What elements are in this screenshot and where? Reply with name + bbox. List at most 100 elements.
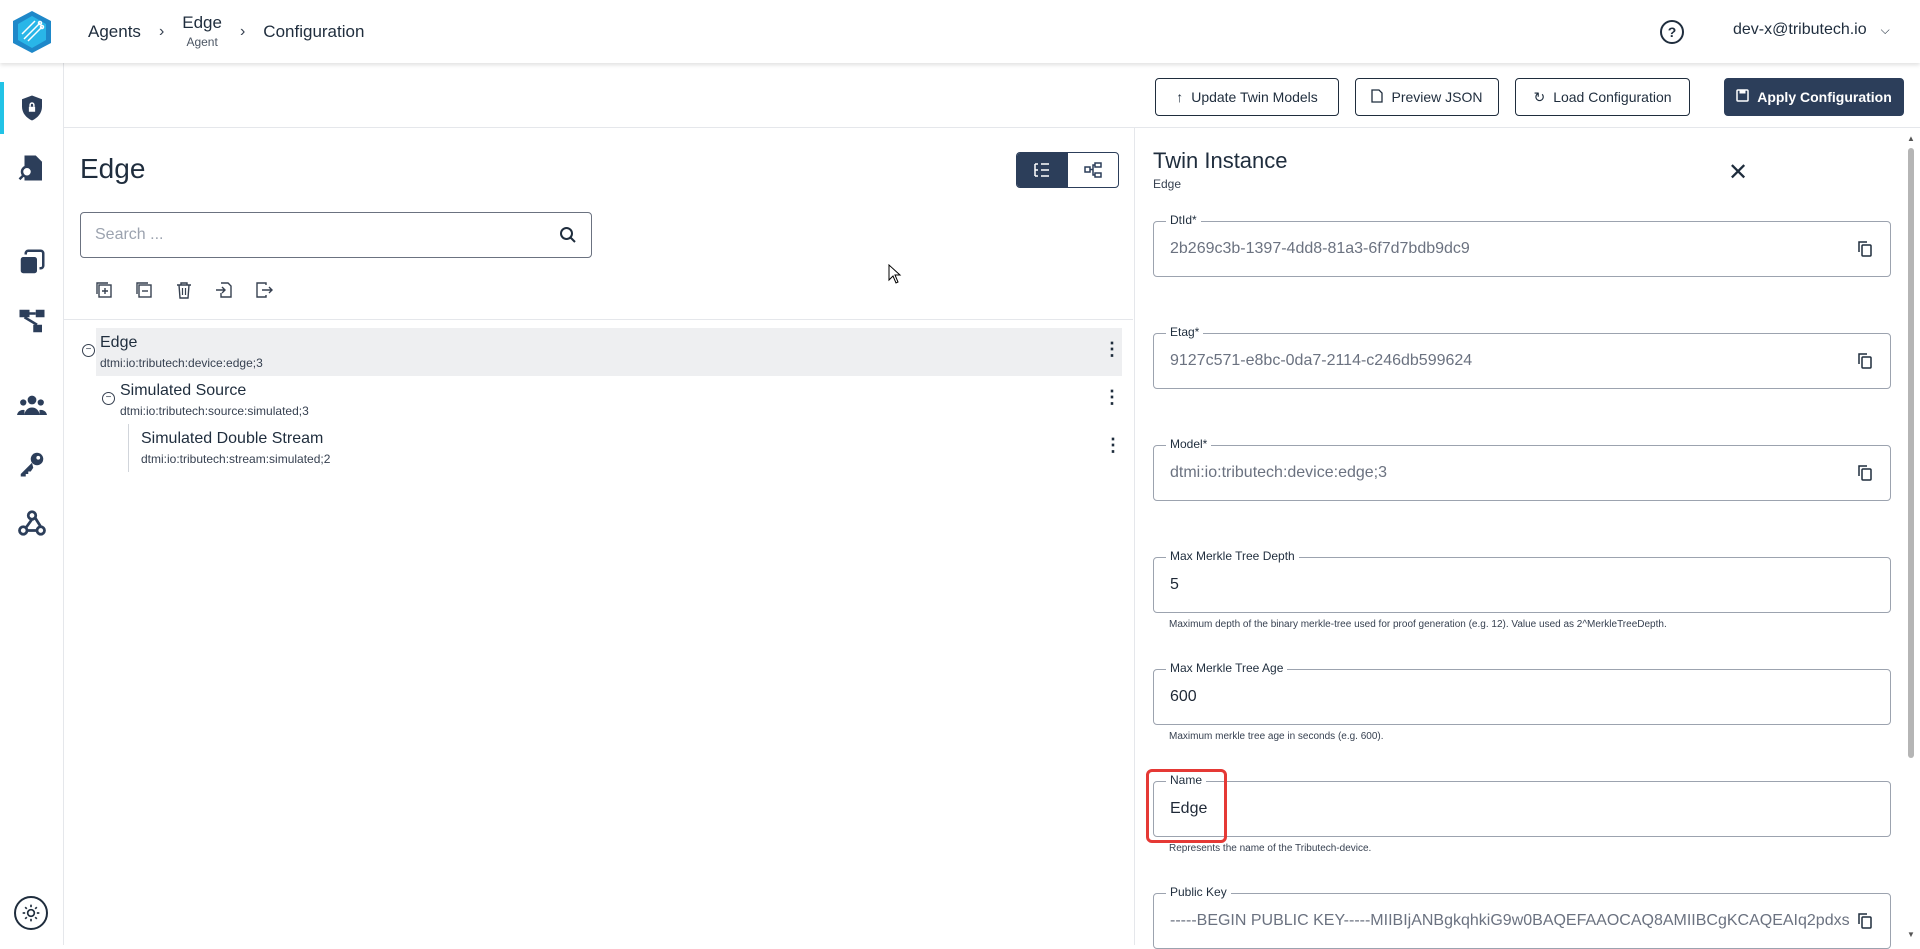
tributech-logo-icon[interactable] — [10, 9, 54, 55]
field-label: DtId* — [1166, 213, 1201, 227]
sidebar-item-keys[interactable] — [0, 438, 64, 490]
tree-node-name: Simulated Source — [120, 382, 247, 399]
model-field[interactable]: Model* dtmi:io:tributech:device:edge;3 — [1153, 437, 1891, 501]
field-value: dtmi:io:tributech:device:edge;3 — [1170, 464, 1388, 481]
update-twin-models-label: Update Twin Models — [1191, 89, 1318, 105]
copy-icon[interactable] — [1856, 352, 1874, 370]
preview-json-button[interactable]: Preview JSON — [1355, 78, 1499, 116]
chevron-down-icon: ⌵ — [1880, 22, 1890, 37]
public-key-field[interactable]: Public Key -----BEGIN PUBLIC KEY-----MII… — [1153, 885, 1891, 949]
name-field-highlight — [1146, 769, 1227, 843]
field-value: 9127c571-e8bc-0da7-2114-c246db599624 — [1170, 352, 1473, 369]
tree-node-edge[interactable]: − Edge dtmi:io:tributech:device:edge;3 ⋮ — [82, 328, 1122, 376]
breadcrumb-configuration: Configuration — [263, 21, 365, 41]
list-tree-icon — [1034, 163, 1050, 177]
twin-instance-panel: Twin Instance Edge ✕ DtId* 2b269c3b-1397… — [1134, 128, 1920, 949]
page-title: Edge — [80, 153, 146, 184]
tree-node-simulated-double-stream[interactable]: Simulated Double Stream dtmi:io:tributec… — [128, 424, 1122, 472]
field-label: Etag* — [1166, 325, 1204, 339]
expand-all-icon[interactable] — [94, 280, 114, 300]
refresh-icon: ↻ — [1533, 88, 1546, 105]
load-configuration-button[interactable]: ↻ Load Configuration — [1515, 78, 1690, 116]
theme-toggle-sun-icon[interactable] — [14, 896, 48, 930]
more-vertical-icon[interactable]: ⋮ — [1103, 340, 1121, 358]
layers-icon — [20, 249, 45, 274]
divider — [64, 319, 1133, 320]
max-merkle-tree-age-field[interactable]: Max Merkle Tree Age 600 — [1153, 661, 1891, 725]
breadcrumb-edge-sub: Agent — [186, 34, 218, 49]
sidebar-item-webhooks[interactable] — [0, 497, 64, 549]
graph-view-button[interactable] — [1068, 153, 1119, 187]
delete-icon[interactable] — [174, 280, 194, 300]
more-vertical-icon[interactable]: ⋮ — [1104, 436, 1122, 454]
breadcrumb-edge[interactable]: Edge Agent — [182, 13, 222, 49]
arrow-up-icon: ↑ — [1176, 89, 1184, 105]
panel-subtitle: Edge — [1153, 177, 1182, 191]
field-hint: Represents the name of the Tributech-dev… — [1169, 843, 1372, 854]
field-label: Public Key — [1166, 885, 1231, 899]
chevron-right-icon: › — [239, 22, 246, 40]
preview-json-label: Preview JSON — [1391, 89, 1483, 105]
import-icon[interactable] — [214, 280, 234, 300]
panel-title: Twin Instance — [1153, 148, 1288, 173]
etag-field[interactable]: Etag* 9127c571-e8bc-0da7-2114-c246db5996… — [1153, 325, 1891, 389]
collapse-icon[interactable]: − — [82, 344, 95, 357]
breadcrumb: Agents › Edge Agent › Configuration — [88, 0, 364, 63]
more-vertical-icon[interactable]: ⋮ — [1103, 388, 1121, 406]
flow-icon — [19, 309, 45, 333]
search-input[interactable] — [95, 226, 559, 244]
collapse-all-icon[interactable] — [134, 280, 154, 300]
tree-node-simulated-source[interactable]: − Simulated Source dtmi:io:tributech:sou… — [102, 376, 1122, 424]
shield-icon — [22, 95, 42, 121]
update-twin-models-button[interactable]: ↑ Update Twin Models — [1155, 78, 1339, 116]
apply-configuration-label: Apply Configuration — [1757, 89, 1892, 105]
top-bar: Agents › Edge Agent › Configuration ? de… — [0, 0, 1920, 63]
field-hint: Maximum depth of the binary merkle-tree … — [1169, 619, 1667, 630]
scroll-up-icon[interactable]: ▲ — [1907, 134, 1915, 143]
tree-node-name: Edge — [100, 334, 138, 351]
view-toggle — [1016, 152, 1119, 188]
export-icon[interactable] — [254, 280, 274, 300]
dtid-field[interactable]: DtId* 2b269c3b-1397-4dd8-81a3-6f7d7bdb9d… — [1153, 213, 1891, 277]
action-toolbar: ↑ Update Twin Models Preview JSON ↻ Load… — [64, 63, 1920, 128]
sidebar-item-layers[interactable] — [0, 236, 64, 288]
sidebar-item-documents[interactable] — [0, 142, 64, 194]
field-label: Max Merkle Tree Depth — [1166, 549, 1299, 563]
name-field[interactable]: Name Edge — [1153, 773, 1891, 837]
scroll-thumb[interactable] — [1908, 148, 1914, 758]
tree-node-name: Simulated Double Stream — [141, 430, 324, 447]
user-email: dev-x@tributech.io — [1733, 21, 1867, 38]
panel-scrollbar[interactable]: ▲ ▼ — [1906, 134, 1916, 939]
field-label: Max Merkle Tree Age — [1166, 661, 1288, 675]
save-icon — [1736, 89, 1749, 105]
copy-icon[interactable] — [1856, 240, 1874, 258]
breadcrumb-agents[interactable]: Agents — [88, 22, 141, 42]
webhook-icon — [18, 510, 46, 536]
document-search-icon — [18, 155, 42, 181]
users-icon — [17, 395, 47, 415]
scroll-down-icon[interactable]: ▼ — [1907, 930, 1915, 939]
copy-icon[interactable] — [1856, 912, 1874, 930]
copy-icon[interactable] — [1856, 464, 1874, 482]
sidebar-item-security[interactable] — [0, 82, 64, 134]
close-icon[interactable]: ✕ — [1728, 158, 1748, 187]
file-icon — [1371, 88, 1384, 106]
breadcrumb-edge-label: Edge — [182, 13, 222, 33]
key-icon — [20, 452, 44, 477]
sidebar-item-flows[interactable] — [0, 295, 64, 347]
user-menu[interactable]: dev-x@tributech.io ⌵ — [1733, 21, 1890, 39]
graph-icon — [1084, 162, 1102, 178]
search-icon[interactable] — [559, 226, 577, 244]
field-label: Model* — [1166, 437, 1212, 451]
sidebar-item-users[interactable] — [0, 379, 64, 431]
tree-view-button[interactable] — [1017, 153, 1068, 187]
collapse-icon[interactable]: − — [102, 392, 115, 405]
field-value: Edge — [1170, 800, 1208, 817]
apply-configuration-button[interactable]: Apply Configuration — [1724, 78, 1904, 116]
field-value: 5 — [1170, 576, 1179, 593]
tree-actions — [94, 280, 274, 300]
help-icon[interactable]: ? — [1660, 20, 1684, 44]
max-merkle-tree-depth-field[interactable]: Max Merkle Tree Depth 5 — [1153, 549, 1891, 613]
field-value: -----BEGIN PUBLIC KEY-----MIIBIjANBgkqhk… — [1170, 912, 1850, 929]
field-value: 600 — [1170, 688, 1197, 705]
